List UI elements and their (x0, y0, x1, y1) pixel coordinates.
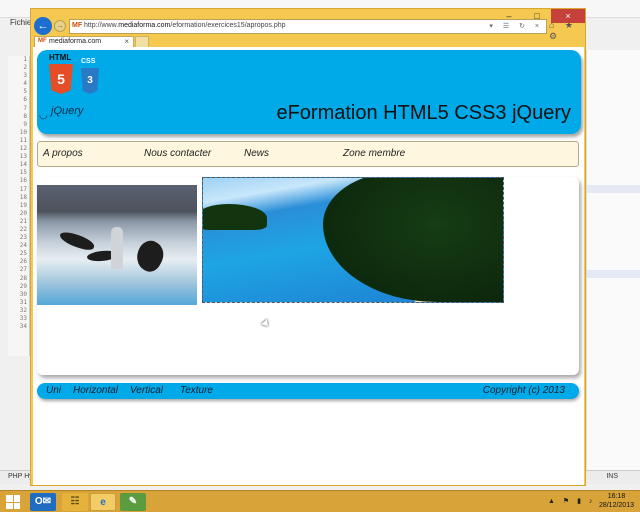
clock-date: 28/12/2013 (598, 502, 634, 509)
footer-link-uni[interactable]: Uni (46, 385, 61, 396)
forward-arrow-icon: → (56, 21, 64, 30)
home-favorites-settings-icons[interactable]: ⌂ ★ ⚙ (549, 20, 585, 42)
sea-lion-shape (131, 236, 169, 276)
back-button[interactable]: ← (34, 17, 52, 35)
jquery-swoosh-icon: ◡ (39, 110, 48, 121)
taskbar-clock[interactable]: 16:18 28/12/2013 (599, 492, 634, 510)
windows-taskbar: O✉ ☷ e ✎ ▲ ⚑ ▮ ♪ 16:18 28/12/2013 (0, 490, 640, 512)
site-footer: Uni Horizontal Vertical Texture Copyrigh… (37, 383, 579, 399)
site-title: eFormation HTML5 CSS3 jQuery (276, 102, 571, 124)
system-tray-icons[interactable]: ▲ ⚑ ▮ ♪ (548, 497, 595, 505)
address-url[interactable]: http://www.mediaforma.com/eformation/exe… (84, 22, 286, 29)
editor-highlight-line (587, 270, 640, 278)
nav-link-a-propos[interactable]: A propos (43, 148, 83, 159)
css3-logo-icon: 3 (81, 68, 99, 94)
css3-logo-label: CSS (81, 58, 96, 65)
url-path: /eformation/exercices15/apropos.php (170, 22, 286, 29)
nav-link-news[interactable]: News (244, 148, 269, 159)
right-hill-forest (323, 178, 503, 302)
trainer-figure (111, 227, 123, 269)
browser-window: – □ × ← → MF http://www.mediaforma.com/e… (30, 8, 586, 486)
main-content (37, 177, 579, 375)
footer-link-texture[interactable]: Texture (180, 385, 213, 396)
site-navigation: A propos Nous contacter News Zone membre (37, 141, 579, 167)
site-favicon-icon: MF (72, 22, 83, 29)
url-prefix: http://www. (84, 22, 119, 29)
address-bar-icons[interactable]: ▾ ☰ ↻ × (489, 22, 543, 30)
left-island-forest (203, 204, 267, 230)
editor-status-insert-mode: INS (606, 473, 618, 480)
editor-line-numbers: 1 2 3 4 5 6 7 8 9 10 11 12 13 14 15 16 1… (8, 56, 30, 356)
nav-link-zone-membre[interactable]: Zone membre (343, 148, 405, 159)
html5-logo-icon: 5 (49, 64, 73, 94)
forward-button[interactable]: → (54, 20, 66, 32)
html5-logo-label: HTML (49, 53, 72, 62)
tab-title: mediaforma.com (49, 38, 102, 45)
outlook-taskbar-icon[interactable]: O✉ (30, 493, 56, 511)
tropical-beach-photo[interactable] (202, 177, 504, 303)
footer-copyright: Copyright (c) 2013 (482, 385, 565, 396)
address-bar[interactable]: MF http://www.mediaforma.com/eformation/… (69, 19, 547, 34)
sea-lion-show-photo (37, 185, 197, 305)
back-arrow-icon: ← (37, 20, 49, 32)
editor-taskbar-icon[interactable]: ✎ (120, 493, 146, 511)
jquery-logo: jQuery (51, 105, 84, 117)
internet-explorer-taskbar-icon[interactable]: e (90, 493, 116, 511)
tab-close-icon[interactable]: × (124, 37, 129, 46)
site-header: HTML 5 CSS 3 ◡ jQuery eFormation HTML5 C… (37, 50, 581, 134)
page-viewport: HTML 5 CSS 3 ◡ jQuery eFormation HTML5 C… (33, 47, 584, 485)
sea-lion-shape (58, 229, 96, 253)
nav-link-nous-contacter[interactable]: Nous contacter (144, 148, 211, 159)
clock-time: 16:18 (607, 493, 626, 500)
footer-link-horizontal[interactable]: Horizontal (73, 385, 118, 396)
footer-link-vertical[interactable]: Vertical (130, 385, 163, 396)
editor-highlight-line (587, 185, 640, 193)
tab-favicon-icon: MF (38, 38, 47, 44)
file-explorer-taskbar-icon[interactable]: ☷ (62, 493, 88, 511)
url-domain: mediaforma.com (118, 22, 171, 29)
editor-right-panel (586, 50, 640, 470)
start-windows-icon[interactable] (6, 495, 20, 509)
